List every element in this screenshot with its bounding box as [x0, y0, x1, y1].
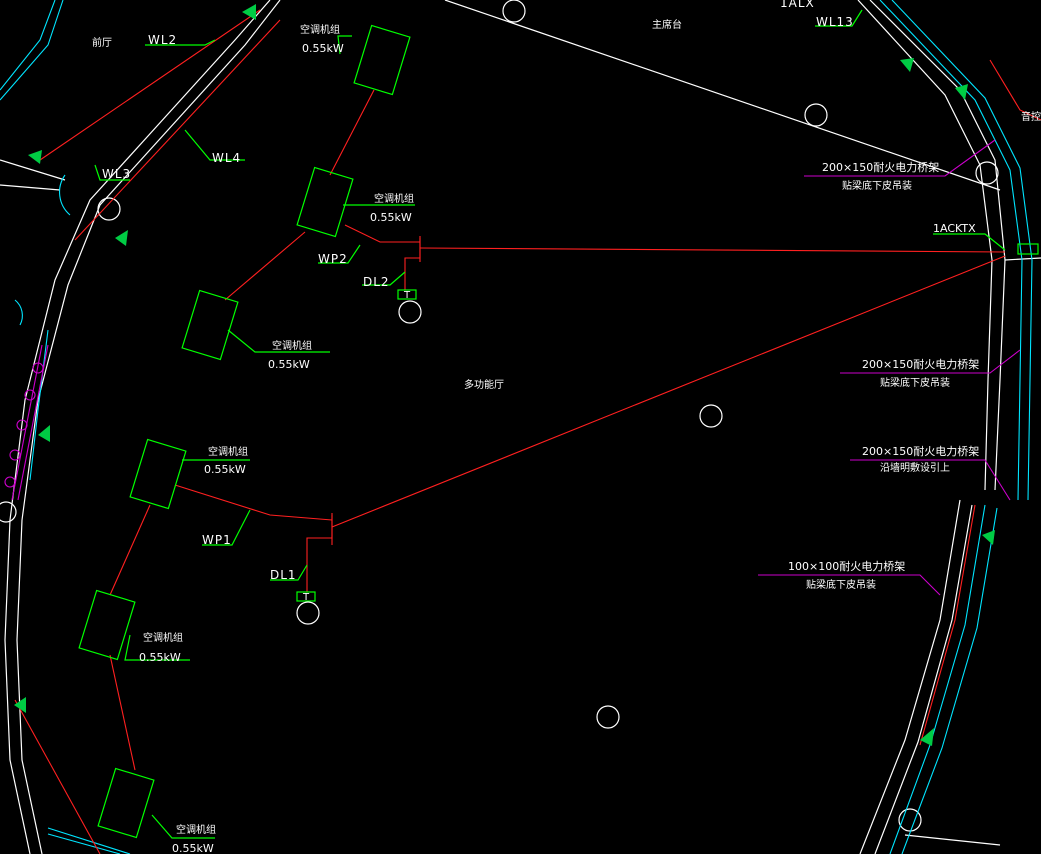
wall-left-inner — [16, 0, 281, 854]
ac-unit-power: 0.55kW — [370, 211, 412, 224]
tray-door-arc-2 — [14, 299, 23, 326]
room-label-audio: 音控 — [1021, 110, 1041, 123]
lobby-partition — [0, 159, 66, 181]
column — [975, 161, 999, 185]
wall-light-marker — [28, 150, 42, 164]
room-label-lobby: 前厅 — [92, 36, 112, 49]
wall-right-inner — [857, 0, 993, 491]
room-label-hall: 多功能厅 — [464, 378, 504, 391]
wire-wp1 — [174, 484, 333, 521]
switch-symbol: T — [403, 290, 411, 301]
leader-1ackTX — [933, 233, 1006, 251]
wire-unit5-unit6 — [109, 654, 136, 771]
wire-trunk-upper — [419, 247, 1006, 253]
circuit-label-wl3: WL3 — [102, 167, 131, 181]
column — [804, 103, 828, 127]
tray-door-arc — [59, 174, 71, 216]
ac-unit-power: 0.55kW — [204, 463, 246, 476]
ac-unit-power: 0.55kW — [139, 651, 181, 664]
column — [596, 705, 620, 729]
wiring — [14, 9, 1041, 854]
walls — [0, 0, 1041, 854]
wall-light-marker — [115, 230, 128, 246]
ac-unit-power: 0.55kW — [172, 842, 214, 854]
electrical-floor-plan: 前厅 主席台 多功能厅 音控 WL2 WL3 WL4 WL13 1ALX WP2… — [0, 0, 1041, 854]
tray-size: 100×100耐火电力桥架 — [788, 560, 905, 573]
tray-note: 贴梁底下皮吊装 — [880, 376, 950, 389]
circuit-label-wl2: WL2 — [148, 33, 177, 47]
tray-size: 200×150耐火电力桥架 — [862, 445, 979, 458]
wire-wl4 — [74, 19, 281, 241]
ac-unit-name: 空调机组 — [374, 192, 414, 205]
wire-unit4-unit5 — [109, 504, 151, 596]
ac-unit-2 — [296, 166, 354, 238]
wire-dl1 — [306, 515, 333, 592]
wire-wp2 — [344, 224, 420, 243]
wall-fixtures — [4, 344, 49, 501]
wire-unit1-unit2 — [329, 89, 375, 176]
wall-right-outer — [869, 0, 1006, 491]
equipment — [78, 9, 1039, 839]
circuit-label-wl13: WL13 — [816, 15, 854, 29]
wire-right-lower — [919, 504, 976, 746]
lobby-partition-2 — [0, 184, 61, 191]
junctions — [296, 300, 422, 625]
junction-dl2 — [398, 300, 422, 324]
tray-note: 贴梁底下皮吊装 — [806, 578, 876, 591]
wire-dl2 — [404, 238, 421, 290]
tray-note: 贴梁底下皮吊装 — [842, 179, 912, 192]
column — [0, 501, 17, 523]
circuit-label-dl1: DL1 — [270, 568, 297, 582]
ac-unit-name: 空调机组 — [176, 823, 216, 836]
circuit-label-wp2: WP2 — [318, 252, 348, 266]
column — [97, 197, 121, 221]
ac-unit-name: 空调机组 — [272, 339, 312, 352]
ac-unit-6 — [97, 767, 155, 839]
tray-right-upper-inner — [891, 0, 1033, 501]
fixture — [4, 476, 16, 488]
circuit-label-dl2: DL2 — [363, 275, 390, 289]
wire-trunk-diagonal — [331, 255, 1006, 528]
tray-size: 200×150耐火电力桥架 — [822, 161, 939, 174]
wall-lower-right-inner — [874, 504, 973, 854]
column — [699, 404, 723, 428]
bottom-right-line — [904, 834, 1001, 846]
labels: 前厅 主席台 多功能厅 音控 WL2 WL3 WL4 WL13 1ALX WP2… — [92, 0, 1041, 854]
wall-light-marker — [900, 58, 914, 72]
columns — [0, 0, 999, 832]
right-corridor-line — [1004, 257, 1041, 261]
switch-symbol: T — [302, 592, 310, 603]
wire-right-perimeter — [989, 59, 1041, 121]
wire-unit2-unit3 — [224, 231, 306, 301]
ac-unit-power: 0.55kW — [302, 42, 344, 55]
ac-unit-3 — [181, 289, 239, 361]
ac-unit-name: 空调机组 — [300, 23, 340, 36]
junction-dl1 — [296, 601, 320, 625]
circuit-label-wl4: WL4 — [212, 151, 241, 165]
wall-light-marker — [982, 530, 995, 545]
tray-right-upper — [879, 0, 1023, 501]
column — [502, 0, 526, 23]
ac-unit-5 — [78, 589, 136, 661]
tray-left — [0, 0, 56, 91]
wall-light-marker — [38, 425, 50, 442]
wall-left-outer — [4, 0, 271, 854]
ac-unit-4 — [129, 438, 187, 510]
ac-unit-power: 0.55kW — [268, 358, 310, 371]
ac-unit-name: 空调机组 — [143, 631, 183, 644]
box-label-top: 1ALX — [780, 0, 815, 10]
room-label-stage: 主席台 — [652, 18, 682, 31]
tray-bottom-inner — [47, 833, 121, 854]
box-label-right: 1ACKTX — [933, 222, 976, 235]
tray-note: 沿墙明敷设引上 — [880, 461, 950, 474]
fixture-line — [11, 344, 43, 501]
tray-size: 200×150耐火电力桥架 — [862, 358, 979, 371]
tray-right-lower — [889, 504, 986, 854]
tray-left-lower — [29, 329, 49, 481]
ac-unit-1 — [353, 24, 411, 96]
circuit-label-wp1: WP1 — [202, 533, 232, 547]
ac-unit-name: 空调机组 — [208, 445, 248, 458]
